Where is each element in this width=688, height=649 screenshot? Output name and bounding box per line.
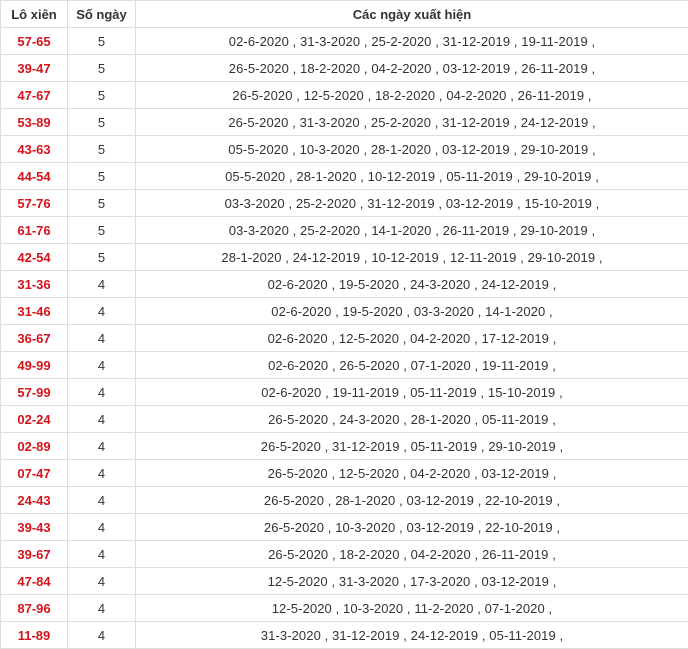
- count-cell: 4: [68, 541, 136, 568]
- count-cell: 5: [68, 217, 136, 244]
- pair-cell: 31-36: [1, 271, 68, 298]
- pair-cell: 47-67: [1, 82, 68, 109]
- dates-cell: 26-5-2020 , 31-3-2020 , 25-2-2020 , 31-1…: [136, 109, 688, 136]
- dates-cell: 03-3-2020 , 25-2-2020 , 14-1-2020 , 26-1…: [136, 217, 688, 244]
- pair-cell: 02-24: [1, 406, 68, 433]
- pair-cell: 24-43: [1, 487, 68, 514]
- table-row: 31-36402-6-2020 , 19-5-2020 , 24-3-2020 …: [1, 271, 688, 298]
- table-row: 61-76503-3-2020 , 25-2-2020 , 14-1-2020 …: [1, 217, 688, 244]
- table-row: 39-47526-5-2020 , 18-2-2020 , 04-2-2020 …: [1, 55, 688, 82]
- pair-cell: 61-76: [1, 217, 68, 244]
- count-cell: 4: [68, 271, 136, 298]
- dates-cell: 26-5-2020 , 12-5-2020 , 18-2-2020 , 04-2…: [136, 82, 688, 109]
- count-cell: 5: [68, 82, 136, 109]
- table-row: 47-84412-5-2020 , 31-3-2020 , 17-3-2020 …: [1, 568, 688, 595]
- header-cac-ngay-xuat-hien: Các ngày xuất hiện: [136, 1, 688, 28]
- count-cell: 4: [68, 568, 136, 595]
- table-row: 39-67426-5-2020 , 18-2-2020 , 04-2-2020 …: [1, 541, 688, 568]
- pair-cell: 39-47: [1, 55, 68, 82]
- count-cell: 4: [68, 595, 136, 622]
- count-cell: 5: [68, 28, 136, 55]
- pair-cell: 87-96: [1, 595, 68, 622]
- table-row: 44-54505-5-2020 , 28-1-2020 , 10-12-2019…: [1, 163, 688, 190]
- table-row: 57-76503-3-2020 , 25-2-2020 , 31-12-2019…: [1, 190, 688, 217]
- pair-cell: 44-54: [1, 163, 68, 190]
- count-cell: 4: [68, 460, 136, 487]
- pair-cell: 02-89: [1, 433, 68, 460]
- table-row: 36-67402-6-2020 , 12-5-2020 , 04-2-2020 …: [1, 325, 688, 352]
- pair-cell: 57-76: [1, 190, 68, 217]
- pair-cell: 07-47: [1, 460, 68, 487]
- table-header: Lô xiên Số ngày Các ngày xuất hiện: [1, 1, 688, 28]
- pair-cell: 47-84: [1, 568, 68, 595]
- count-cell: 4: [68, 514, 136, 541]
- dates-cell: 05-5-2020 , 28-1-2020 , 10-12-2019 , 05-…: [136, 163, 688, 190]
- pair-cell: 11-89: [1, 622, 68, 649]
- dates-cell: 02-6-2020 , 19-5-2020 , 03-3-2020 , 14-1…: [136, 298, 688, 325]
- table-row: 02-24426-5-2020 , 24-3-2020 , 28-1-2020 …: [1, 406, 688, 433]
- dates-cell: 31-3-2020 , 31-12-2019 , 24-12-2019 , 05…: [136, 622, 688, 649]
- dates-cell: 02-6-2020 , 12-5-2020 , 04-2-2020 , 17-1…: [136, 325, 688, 352]
- lo-xien-table: Lô xiên Số ngày Các ngày xuất hiện 57-65…: [0, 0, 688, 649]
- count-cell: 4: [68, 622, 136, 649]
- table-row: 47-67526-5-2020 , 12-5-2020 , 18-2-2020 …: [1, 82, 688, 109]
- table-row: 11-89431-3-2020 , 31-12-2019 , 24-12-201…: [1, 622, 688, 649]
- dates-cell: 26-5-2020 , 31-12-2019 , 05-11-2019 , 29…: [136, 433, 688, 460]
- pair-cell: 53-89: [1, 109, 68, 136]
- table-body: 57-65502-6-2020 , 31-3-2020 , 25-2-2020 …: [1, 28, 688, 649]
- count-cell: 4: [68, 298, 136, 325]
- pair-cell: 42-54: [1, 244, 68, 271]
- table-row: 02-89426-5-2020 , 31-12-2019 , 05-11-201…: [1, 433, 688, 460]
- dates-cell: 03-3-2020 , 25-2-2020 , 31-12-2019 , 03-…: [136, 190, 688, 217]
- dates-cell: 02-6-2020 , 26-5-2020 , 07-1-2020 , 19-1…: [136, 352, 688, 379]
- count-cell: 4: [68, 379, 136, 406]
- pair-cell: 31-46: [1, 298, 68, 325]
- table-row: 53-89526-5-2020 , 31-3-2020 , 25-2-2020 …: [1, 109, 688, 136]
- header-lo-xien: Lô xiên: [1, 1, 68, 28]
- table-row: 57-65502-6-2020 , 31-3-2020 , 25-2-2020 …: [1, 28, 688, 55]
- dates-cell: 05-5-2020 , 10-3-2020 , 28-1-2020 , 03-1…: [136, 136, 688, 163]
- table-row: 87-96412-5-2020 , 10-3-2020 , 11-2-2020 …: [1, 595, 688, 622]
- table-row: 07-47426-5-2020 , 12-5-2020 , 04-2-2020 …: [1, 460, 688, 487]
- pair-cell: 39-67: [1, 541, 68, 568]
- count-cell: 5: [68, 163, 136, 190]
- count-cell: 5: [68, 244, 136, 271]
- count-cell: 5: [68, 190, 136, 217]
- dates-cell: 28-1-2020 , 24-12-2019 , 10-12-2019 , 12…: [136, 244, 688, 271]
- header-so-ngay: Số ngày: [68, 1, 136, 28]
- table-row: 49-99402-6-2020 , 26-5-2020 , 07-1-2020 …: [1, 352, 688, 379]
- table-row: 57-99402-6-2020 , 19-11-2019 , 05-11-201…: [1, 379, 688, 406]
- count-cell: 4: [68, 433, 136, 460]
- table-row: 43-63505-5-2020 , 10-3-2020 , 28-1-2020 …: [1, 136, 688, 163]
- count-cell: 4: [68, 352, 136, 379]
- pair-cell: 49-99: [1, 352, 68, 379]
- dates-cell: 26-5-2020 , 28-1-2020 , 03-12-2019 , 22-…: [136, 487, 688, 514]
- count-cell: 4: [68, 487, 136, 514]
- dates-cell: 12-5-2020 , 31-3-2020 , 17-3-2020 , 03-1…: [136, 568, 688, 595]
- dates-cell: 26-5-2020 , 24-3-2020 , 28-1-2020 , 05-1…: [136, 406, 688, 433]
- dates-cell: 12-5-2020 , 10-3-2020 , 11-2-2020 , 07-1…: [136, 595, 688, 622]
- pair-cell: 57-65: [1, 28, 68, 55]
- dates-cell: 02-6-2020 , 19-11-2019 , 05-11-2019 , 15…: [136, 379, 688, 406]
- count-cell: 4: [68, 406, 136, 433]
- dates-cell: 26-5-2020 , 18-2-2020 , 04-2-2020 , 03-1…: [136, 55, 688, 82]
- table-row: 31-46402-6-2020 , 19-5-2020 , 03-3-2020 …: [1, 298, 688, 325]
- table-row: 42-54528-1-2020 , 24-12-2019 , 10-12-201…: [1, 244, 688, 271]
- count-cell: 4: [68, 325, 136, 352]
- dates-cell: 02-6-2020 , 31-3-2020 , 25-2-2020 , 31-1…: [136, 28, 688, 55]
- count-cell: 5: [68, 136, 136, 163]
- pair-cell: 57-99: [1, 379, 68, 406]
- header-row: Lô xiên Số ngày Các ngày xuất hiện: [1, 1, 688, 28]
- count-cell: 5: [68, 109, 136, 136]
- dates-cell: 26-5-2020 , 18-2-2020 , 04-2-2020 , 26-1…: [136, 541, 688, 568]
- pair-cell: 39-43: [1, 514, 68, 541]
- pair-cell: 43-63: [1, 136, 68, 163]
- table-row: 24-43426-5-2020 , 28-1-2020 , 03-12-2019…: [1, 487, 688, 514]
- dates-cell: 26-5-2020 , 10-3-2020 , 03-12-2019 , 22-…: [136, 514, 688, 541]
- dates-cell: 26-5-2020 , 12-5-2020 , 04-2-2020 , 03-1…: [136, 460, 688, 487]
- table-row: 39-43426-5-2020 , 10-3-2020 , 03-12-2019…: [1, 514, 688, 541]
- count-cell: 5: [68, 55, 136, 82]
- pair-cell: 36-67: [1, 325, 68, 352]
- dates-cell: 02-6-2020 , 19-5-2020 , 24-3-2020 , 24-1…: [136, 271, 688, 298]
